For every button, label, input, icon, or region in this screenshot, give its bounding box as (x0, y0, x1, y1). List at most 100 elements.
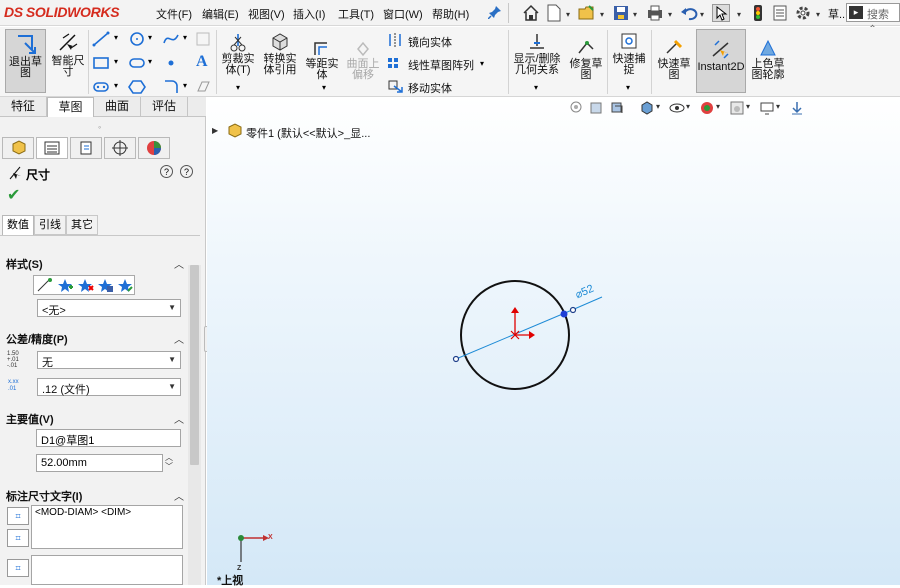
scene-dropdown-icon[interactable]: ▾ (746, 102, 750, 111)
precision-dropdown[interactable]: .12 (文件) ▼ (37, 378, 181, 396)
rectangle-dropdown-icon[interactable]: ▾ (114, 57, 118, 66)
property-manager-tab[interactable] (36, 137, 68, 159)
move-entities-label[interactable]: 移动实体 (408, 80, 452, 96)
dimension-text-area[interactable]: <MOD-DIAM> <DIM> (31, 505, 183, 549)
sketch-origin-icon[interactable] (510, 307, 535, 340)
shaded-sketch-contours-button[interactable]: 上色草 图轮廓 (748, 39, 788, 81)
home-icon[interactable] (522, 4, 540, 22)
undo-dropdown-icon[interactable]: ▾ (700, 10, 704, 19)
slot-icon[interactable] (128, 55, 146, 74)
menu-file[interactable]: 文件(F) (156, 6, 192, 22)
linear-pattern-dropdown-icon[interactable]: ▾ (480, 59, 484, 68)
display-manager-tab[interactable] (138, 137, 170, 159)
dim-text-align-icon-2[interactable]: ⌗ (7, 529, 29, 547)
style-collapse-icon[interactable]: ︿ (174, 256, 184, 271)
primary-value-section-header[interactable]: 主要值(V) (6, 411, 54, 427)
menu-help[interactable]: 帮助(H) (432, 6, 469, 22)
configuration-manager-tab[interactable] (70, 137, 102, 159)
new-dropdown-icon[interactable]: ▾ (566, 10, 570, 19)
mirror-entities-icon[interactable] (386, 32, 404, 51)
quick-snaps-button[interactable]: 快速捕 捉 (609, 32, 649, 76)
display-delete-relations-button[interactable]: 显示/删除 几何关系 (510, 32, 564, 76)
dim-text-align-icon-3[interactable]: ⌗ (7, 559, 29, 577)
zoom-to-area-icon[interactable] (589, 100, 605, 116)
mirror-entities-label[interactable]: 镜向实体 (408, 34, 452, 50)
offset-entities-button[interactable]: 等距实 体 (302, 39, 342, 81)
appearance-dropdown-icon[interactable]: ▾ (716, 102, 720, 111)
dimension-name-field[interactable]: D1@草图1 (36, 429, 181, 447)
graphics-viewport[interactable]: ⌀52 X Z *上视 (207, 97, 900, 587)
panel-grip[interactable]: ◦ (98, 122, 101, 132)
new-document-icon[interactable] (546, 4, 564, 22)
ribbon-dropdown-3[interactable]: ▾ (534, 83, 538, 92)
section-view-icon[interactable] (639, 100, 655, 116)
tree-expand-icon[interactable]: ▶ (212, 126, 218, 135)
load-style-icon[interactable] (116, 277, 134, 296)
dimension-endpoint-handle[interactable] (452, 355, 460, 363)
plane-disabled-icon[interactable] (196, 31, 210, 50)
solidworks-logo[interactable]: DS SOLIDWORKS (4, 4, 120, 20)
tab-surfaces[interactable]: 曲面 (94, 97, 141, 117)
instant2d-button[interactable]: Instant2D (696, 29, 746, 93)
move-entities-icon[interactable] (386, 78, 404, 97)
zoom-to-fit-icon[interactable] (569, 100, 585, 116)
dimension-value-field[interactable]: 52.00mm (36, 454, 163, 472)
offset-on-surface-button[interactable]: 曲面上 偏移 (342, 39, 384, 81)
dimension-text-area-2[interactable] (31, 555, 183, 585)
primary-value-collapse-icon[interactable]: ︿ (174, 411, 184, 426)
style-section-header[interactable]: 样式(S) (6, 256, 43, 272)
line-icon[interactable] (92, 31, 110, 50)
add-style-icon[interactable] (56, 277, 74, 296)
tolerance-collapse-icon[interactable]: ︿ (174, 331, 184, 346)
exit-sketch-button[interactable]: 退出草 图 (5, 29, 46, 93)
dimension-text-collapse-icon[interactable]: ︿ (174, 488, 184, 503)
ribbon-dropdown-1[interactable]: ▾ (236, 83, 240, 92)
menu-tools[interactable]: 工具(T) (338, 6, 374, 22)
apply-scene-icon[interactable] (729, 100, 745, 116)
quick-snaps-dropdown-icon[interactable]: ▾ (626, 83, 630, 92)
dimension-drag-handle[interactable] (569, 306, 577, 314)
edit-appearance-icon[interactable] (699, 100, 715, 116)
menu-window[interactable]: 窗口(W) (383, 6, 423, 22)
print-dropdown-icon[interactable]: ▾ (668, 10, 672, 19)
save-dropdown-icon[interactable]: ▾ (633, 10, 637, 19)
spline-icon[interactable] (162, 31, 180, 50)
menu-insert[interactable]: 插入(I) (293, 6, 325, 22)
options-dropdown-icon[interactable]: ▾ (816, 10, 820, 19)
select-cursor-icon[interactable] (712, 4, 730, 22)
tolerance-section-header[interactable]: 公差/精度(P) (6, 331, 68, 347)
tolerance-type-dropdown[interactable]: 无 ▼ (37, 351, 181, 369)
circle-icon[interactable] (128, 31, 146, 50)
fillet-dropdown-icon[interactable]: ▾ (183, 81, 187, 90)
open-folder-icon[interactable] (578, 4, 596, 22)
menu-view[interactable]: 视图(V) (248, 6, 285, 22)
search-input[interactable]: ▸ 搜索命 (846, 3, 900, 37)
plane-icon[interactable] (196, 79, 210, 98)
ok-checkmark-button[interactable]: ✔ (7, 185, 20, 205)
linear-pattern-label[interactable]: 线性草图阵列 (408, 57, 474, 73)
dimension-text-section-header[interactable]: 标注尺寸文字(I) (6, 488, 82, 504)
delete-style-icon[interactable] (76, 277, 94, 296)
convert-entities-button[interactable]: 转换实 体引用 (258, 32, 302, 76)
rebuild-traffic-light-icon[interactable] (752, 4, 770, 22)
pin-icon[interactable] (487, 5, 506, 23)
fillet-icon[interactable] (162, 79, 180, 98)
hide-show-items-icon[interactable] (669, 100, 685, 116)
save-style-icon[interactable] (96, 277, 114, 296)
slot-dropdown-icon[interactable]: ▾ (148, 57, 152, 66)
display-pane-icon[interactable] (789, 100, 805, 116)
dim-text-align-icon[interactable]: ⌗ (7, 507, 29, 525)
polygon-arc-icon[interactable] (92, 79, 110, 98)
undo-icon[interactable] (680, 4, 698, 22)
view-settings-icon[interactable] (759, 100, 775, 116)
gear-options-icon[interactable] (794, 4, 812, 22)
ribbon-dropdown-2[interactable]: ▾ (322, 83, 326, 92)
previous-view-icon[interactable] (609, 100, 625, 116)
view-settings-dropdown-icon[interactable]: ▾ (776, 102, 780, 111)
help-icon[interactable]: ? (160, 165, 173, 178)
smart-dimension-button[interactable]: 智能尺 寸 (48, 32, 88, 78)
dimxpert-tab[interactable] (104, 137, 136, 159)
style-dropdown[interactable]: <无> ▼ (37, 299, 181, 317)
spline-dropdown-icon[interactable]: ▾ (183, 33, 187, 42)
apply-default-style-icon[interactable] (36, 277, 54, 296)
